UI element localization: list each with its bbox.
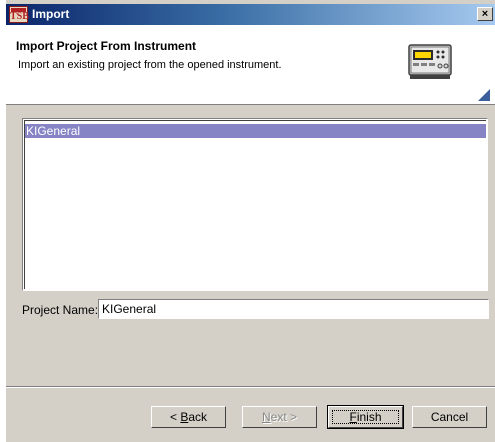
import-dialog: TSB Import × Import Project From Instrum… [6,0,495,442]
close-button[interactable]: × [477,7,493,21]
list-item[interactable]: KIGeneral [25,124,486,138]
app-icon: TSB [9,6,29,23]
page-description: Import an existing project from the open… [18,59,282,71]
project-list[interactable]: KIGeneral [22,118,488,291]
close-icon: × [481,8,489,20]
instrument-icon [408,44,452,79]
cancel-button[interactable]: Cancel [412,406,487,428]
window-title: Import [32,7,70,21]
wizard-header: Import Project From Instrument Import an… [6,25,495,105]
page-title: Import Project From Instrument [16,39,197,53]
next-button[interactable]: Next > [242,406,317,428]
back-button[interactable]: < Back [151,406,226,428]
wizard-corner-icon [478,89,490,101]
finish-button[interactable]: Finish [327,405,404,429]
project-name-field[interactable] [98,299,489,319]
project-name-label: Project Name: [22,303,99,317]
title-bar[interactable]: TSB Import × [6,4,495,25]
